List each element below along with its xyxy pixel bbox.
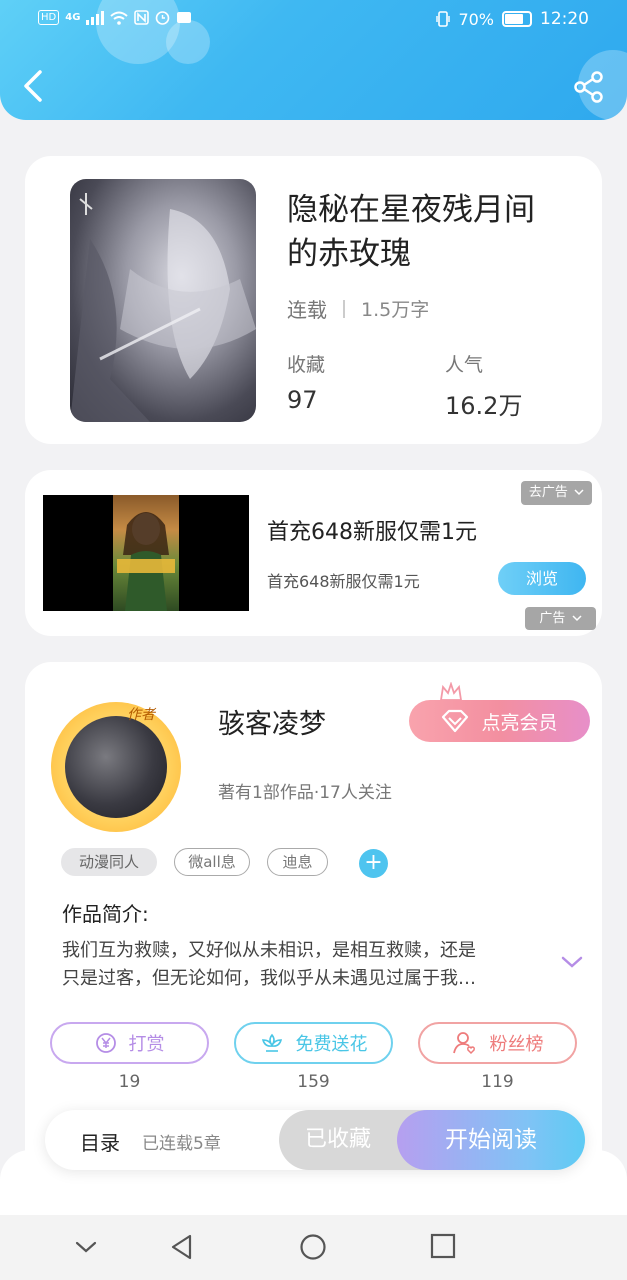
- word-count: 1.5万字: [361, 299, 430, 321]
- popularity-value: 16.2万: [445, 392, 523, 420]
- intro-line: 只是过客，但无论如何，我似乎从未遇见过属于我…: [62, 968, 476, 989]
- ad-poster-image: [113, 495, 179, 611]
- activate-vip-button[interactable]: 点亮会员: [409, 700, 590, 742]
- reward-count: 19: [118, 1072, 141, 1092]
- author-avatar-frame[interactable]: 作者: [51, 702, 181, 832]
- ad-video[interactable]: [43, 495, 249, 611]
- ad-browse-button[interactable]: 浏览: [498, 562, 586, 595]
- author-avatar: [65, 716, 167, 818]
- popularity-label: 人气: [445, 354, 484, 376]
- back-triangle-icon[interactable]: [168, 1233, 196, 1261]
- bottom-action-bar: 目录 已连载5章 已收藏 开始阅读: [45, 1110, 585, 1170]
- signal-label: 4G: [65, 12, 81, 23]
- reward-button[interactable]: 打赏: [50, 1022, 209, 1064]
- ad-label-badge[interactable]: 广告: [525, 607, 596, 630]
- reward-label: 打赏: [128, 1034, 165, 1055]
- tag-chip[interactable]: 迪息: [267, 848, 328, 876]
- expand-chevron-icon[interactable]: [561, 955, 583, 969]
- fans-label: 粉丝榜: [489, 1034, 544, 1055]
- crown-icon: [439, 682, 463, 701]
- alarm-icon: [156, 11, 170, 25]
- nfc-icon: [134, 10, 150, 25]
- add-tag-button[interactable]: +: [359, 849, 388, 878]
- meta-divider: [343, 299, 345, 318]
- remove-ad-button[interactable]: 去广告: [521, 481, 592, 505]
- book-info-card: 隐秘在星夜残月间 的赤玫瑰 连载 1.5万字 收藏 97 人气 16.2万: [25, 156, 602, 444]
- ad-poster-art: [117, 512, 175, 611]
- chevron-left-icon: [24, 70, 42, 102]
- hd-indicator: HD: [38, 10, 60, 25]
- wifi-icon: [110, 11, 129, 25]
- ad-card[interactable]: 首充648新服仅需1元 首充648新服仅需1元 浏览 去广告 广告: [25, 470, 602, 636]
- author-info: 著有1部作品·17人关注: [218, 783, 392, 803]
- yen-icon: [95, 1033, 116, 1053]
- message-icon: [177, 12, 192, 23]
- battery-icon: [502, 11, 532, 27]
- ad-title[interactable]: 首充648新服仅需1元: [267, 514, 477, 546]
- toc-status: 已连载5章: [142, 1134, 221, 1154]
- flower-count: 159: [297, 1072, 330, 1092]
- system-nav-bar: [0, 1215, 627, 1280]
- author-name[interactable]: 骇客凌梦: [218, 702, 326, 741]
- author-badge: 作者: [127, 707, 155, 723]
- vip-label: 点亮会员: [481, 711, 558, 734]
- cover-illustration: [70, 193, 256, 422]
- chevron-down-icon[interactable]: [74, 1239, 98, 1255]
- book-meta: 连载 1.5万字: [287, 294, 429, 323]
- back-button[interactable]: [18, 68, 50, 104]
- book-title: 隐秘在星夜残月间 的赤玫瑰: [287, 188, 577, 276]
- intro-text: 我们互为救赎，又好似从未相识，是相互救赎，还是 只是过客，但无论如何，我似乎从未…: [62, 937, 548, 993]
- clock: 12:20: [540, 9, 589, 29]
- book-title-line: 隐秘在星夜残月间: [287, 192, 535, 228]
- plus-icon: +: [364, 850, 383, 875]
- share-button[interactable]: [573, 70, 605, 104]
- favorites-value: 97: [287, 386, 318, 414]
- ad-label-text: 广告: [539, 611, 566, 626]
- tag-chip[interactable]: 动漫同人: [61, 848, 157, 876]
- fans-count: 119: [481, 1072, 514, 1092]
- home-circle-icon[interactable]: [299, 1233, 327, 1261]
- fans-icon: [452, 1032, 475, 1055]
- vibrate-icon: [436, 11, 451, 27]
- battery-percent: 70%: [458, 9, 494, 29]
- ad-subtitle: 首充648新服仅需1元: [267, 572, 420, 591]
- chevron-down-icon: [574, 489, 584, 496]
- chevron-down-icon: [572, 615, 582, 622]
- book-cover-image[interactable]: [70, 179, 256, 422]
- signal-icon: [86, 10, 105, 25]
- remove-ad-label: 去广告: [528, 485, 568, 500]
- recents-square-icon[interactable]: [430, 1233, 456, 1259]
- status-left: HD 4G: [38, 10, 192, 25]
- toc-button[interactable]: 目录: [80, 1127, 120, 1156]
- start-reading-button[interactable]: 开始阅读: [397, 1110, 585, 1170]
- flower-label: 免费送花: [295, 1034, 368, 1055]
- share-icon: [574, 71, 603, 103]
- app-header: HD 4G 70% 12:20: [0, 0, 627, 120]
- tag-chip[interactable]: 微all息: [174, 848, 250, 876]
- favorites-label: 收藏: [287, 354, 326, 376]
- status-bar: HD 4G 70% 12:20: [0, 0, 627, 40]
- intro-heading: 作品简介:: [62, 902, 149, 926]
- send-flower-button[interactable]: 免费送花: [234, 1022, 393, 1064]
- intro-line: 我们互为救赎，又好似从未相识，是相互救赎，还是: [62, 940, 476, 961]
- book-title-line: 的赤玫瑰: [287, 236, 411, 272]
- book-status: 连载: [287, 298, 327, 322]
- diamond-icon: [442, 709, 469, 733]
- flower-icon: [261, 1033, 282, 1052]
- status-right: 70% 12:20: [436, 9, 589, 29]
- fans-ranking-button[interactable]: 粉丝榜: [418, 1022, 577, 1064]
